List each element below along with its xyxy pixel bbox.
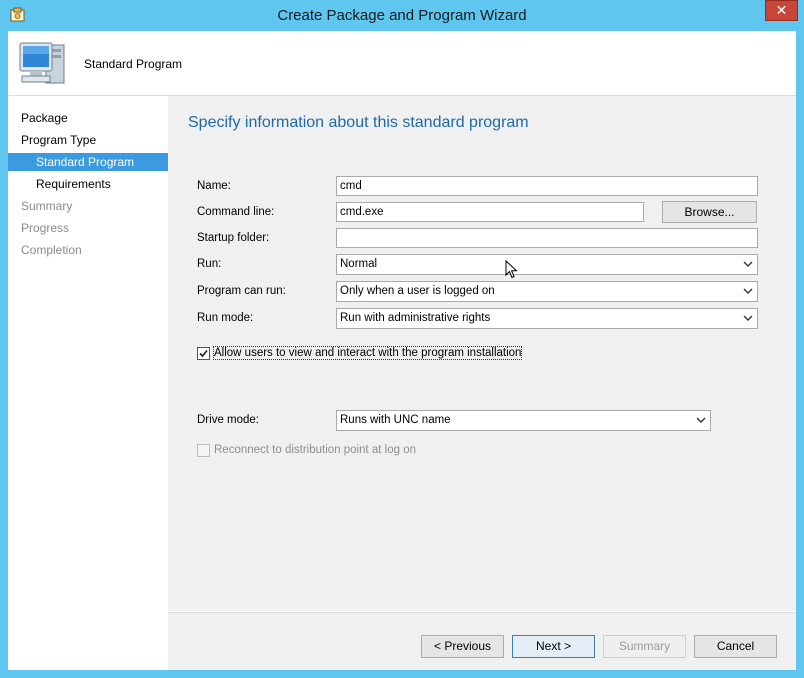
previous-button[interactable]: < Previous <box>421 635 504 658</box>
wizard-footer: < Previous Next > Summary Cancel <box>168 612 796 670</box>
run-mode-label: Run mode: <box>197 312 254 324</box>
nav-item-progress: Progress <box>21 221 70 235</box>
run-select-value: Normal <box>340 258 378 270</box>
run-label: Run: <box>197 258 222 270</box>
wizard-header: Standard Program <box>8 31 796 96</box>
startup-folder-field[interactable] <box>336 228 758 248</box>
cancel-button[interactable]: Cancel <box>694 635 777 658</box>
allow-interact-label[interactable]: Allow users to view and interact with th… <box>212 346 523 360</box>
wizard-page: Specify information about this standard … <box>168 96 796 611</box>
close-icon: ✕ <box>775 2 788 18</box>
checkmark-icon <box>199 349 208 358</box>
nav-item-requirements[interactable]: Requirements <box>8 175 168 193</box>
run-mode-select[interactable]: Run with administrative rights <box>336 308 758 329</box>
nav-item-standard-program[interactable]: Standard Program <box>8 153 168 171</box>
wizard-client-area: Standard Program Package Program Type St… <box>8 31 796 670</box>
nav-item-completion: Completion <box>21 243 82 257</box>
name-label: Name: <box>197 180 231 192</box>
nav-item-summary: Summary <box>21 199 73 213</box>
wizard-step-nav: Package Program Type Standard Program Re… <box>8 96 168 670</box>
command-line-label: Command line: <box>197 206 275 218</box>
title-bar[interactable]: Create Package and Program Wizard ✕ <box>0 0 804 31</box>
chevron-down-icon <box>743 315 753 321</box>
computer-icon <box>19 42 65 84</box>
nav-item-package[interactable]: Package <box>8 109 168 127</box>
run-mode-value: Run with administrative rights <box>340 312 491 324</box>
next-button[interactable]: Next > <box>512 635 595 658</box>
page-title: Specify information about this standard … <box>188 114 529 131</box>
reconnect-checkbox <box>197 444 210 457</box>
startup-folder-label: Startup folder: <box>197 232 270 244</box>
chevron-down-icon <box>696 417 706 423</box>
command-line-field[interactable]: cmd.exe <box>336 202 644 222</box>
run-select[interactable]: Normal <box>336 254 758 275</box>
mouse-cursor-icon <box>505 260 518 279</box>
drive-mode-label: Drive mode: <box>197 414 259 426</box>
allow-interact-checkbox[interactable] <box>197 347 210 360</box>
close-button[interactable]: ✕ <box>765 0 798 21</box>
program-can-run-label: Program can run: <box>197 285 286 297</box>
window-title: Create Package and Program Wizard <box>277 7 527 24</box>
name-field[interactable]: cmd <box>336 176 758 196</box>
summary-button: Summary <box>603 635 686 658</box>
nav-item-program-type[interactable]: Program Type <box>8 131 168 149</box>
wizard-window: Create Package and Program Wizard ✕ Stan… <box>0 0 804 678</box>
chevron-down-icon <box>743 261 753 267</box>
drive-mode-value: Runs with UNC name <box>340 414 451 426</box>
drive-mode-select[interactable]: Runs with UNC name <box>336 410 711 431</box>
reconnect-label: Reconnect to distribution point at log o… <box>214 444 417 456</box>
header-title: Standard Program <box>84 57 183 71</box>
browse-button[interactable]: Browse... <box>662 201 757 223</box>
chevron-down-icon <box>743 288 753 294</box>
program-can-run-select[interactable]: Only when a user is logged on <box>336 281 758 302</box>
program-can-run-value: Only when a user is logged on <box>340 285 495 297</box>
